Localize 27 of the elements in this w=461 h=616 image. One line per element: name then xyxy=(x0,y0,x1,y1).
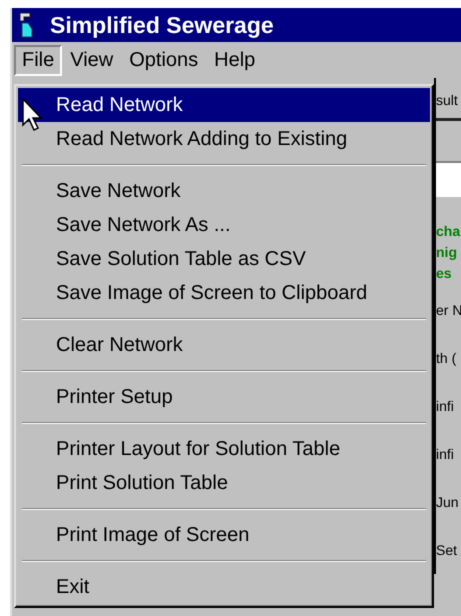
field-label: th ( xyxy=(436,349,458,368)
menu-item[interactable]: Options xyxy=(121,44,206,76)
menu-item[interactable]: Read Network Adding to Existing xyxy=(18,122,430,156)
heading-text: es xyxy=(436,265,453,283)
menu-item[interactable]: View xyxy=(62,44,122,76)
menu-item[interactable]: Printer Setup xyxy=(18,380,430,414)
menu-item[interactable]: Help xyxy=(206,44,264,76)
field-label: Jun xyxy=(436,493,460,512)
menu-item[interactable]: Exit xyxy=(18,570,430,604)
menu-item[interactable]: Print Solution Table xyxy=(18,466,430,500)
menu-item[interactable]: Print Image of Screen xyxy=(18,518,430,552)
heading-text: cha xyxy=(436,223,461,241)
menu-item[interactable]: Printer Layout for Solution Table xyxy=(18,432,430,466)
field-label: infi xyxy=(436,397,455,416)
field-label: infi xyxy=(436,445,455,464)
window-title: Simplified Sewerage xyxy=(50,12,274,38)
menu-item[interactable]: Save Image of Screen to Clipboard xyxy=(18,276,430,310)
menu-item[interactable]: Clear Network xyxy=(18,328,430,362)
menu-item[interactable]: File xyxy=(14,44,62,76)
input-field[interactable] xyxy=(436,161,461,197)
menu-item[interactable]: Save Network As ... xyxy=(18,208,430,242)
field-label: Set xyxy=(436,541,458,560)
heading-text: nig xyxy=(436,244,458,262)
menu-item[interactable]: Save Network xyxy=(18,174,430,208)
menu-item[interactable]: Read Network xyxy=(18,88,430,122)
menu-item[interactable]: Save Solution Table as CSV xyxy=(18,242,430,276)
field-label: er N xyxy=(436,301,461,320)
